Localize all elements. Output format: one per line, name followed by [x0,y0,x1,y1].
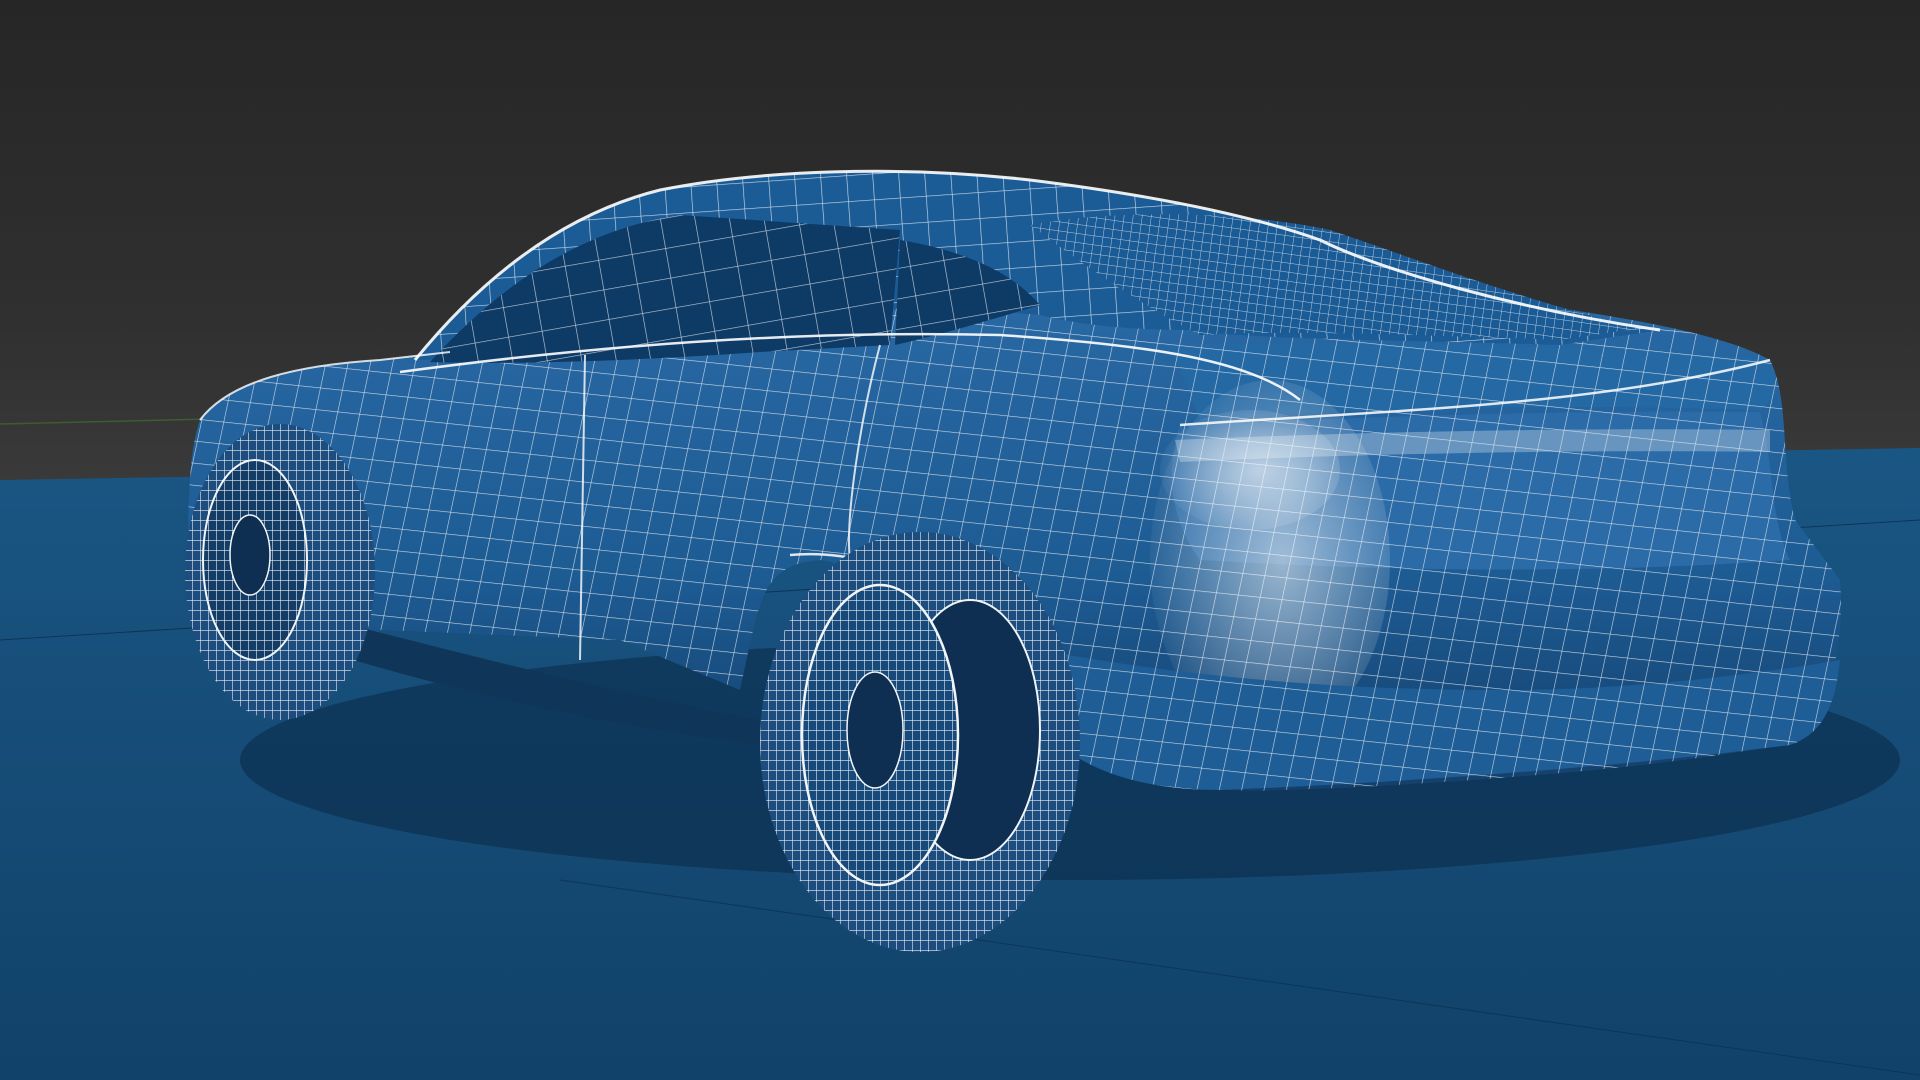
taillight-glow [1160,410,1340,530]
front-hub [229,514,271,596]
front-left-wheel[interactable] [185,424,375,720]
3d-viewport[interactable] [0,0,1920,1080]
rear-left-wheel[interactable] [760,532,1080,952]
rear-hub [846,671,904,789]
scene-canvas[interactable] [0,0,1920,1080]
